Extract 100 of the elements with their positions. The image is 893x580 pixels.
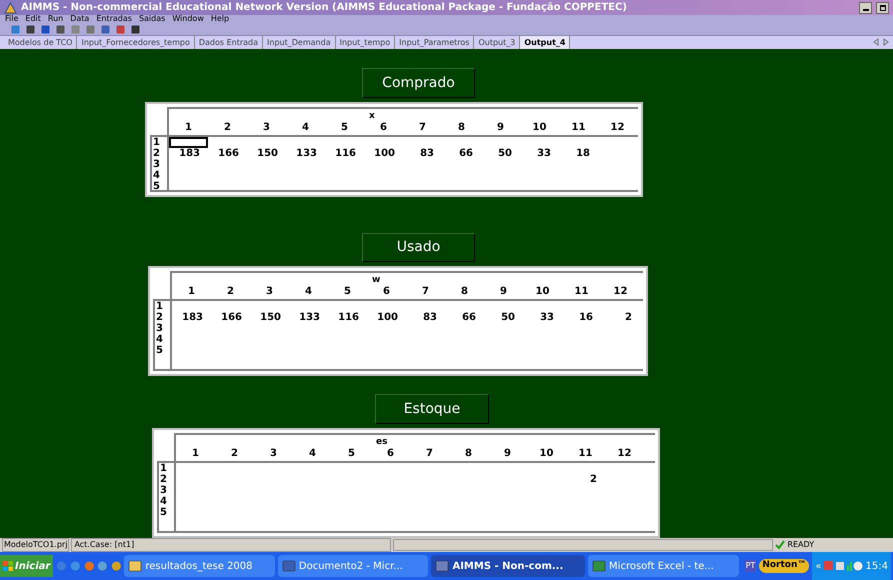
row-header: 2 [152, 148, 161, 159]
row-header: 4 [159, 496, 168, 507]
ready-status: READY [787, 539, 814, 551]
column-header: 4 [308, 447, 317, 461]
column-header: 7 [418, 121, 427, 135]
column-header: 9 [503, 447, 512, 461]
table-cell[interactable]: 150 [247, 148, 286, 159]
table-cell[interactable]: 16 [562, 312, 601, 323]
column-header: 10 [538, 447, 554, 461]
table-cell[interactable]: 133 [286, 148, 325, 159]
norton-button[interactable]: Norton™ [759, 559, 810, 573]
taskbar-button[interactable]: resultados_tese 2008 [124, 555, 275, 577]
table-cell[interactable]: 83 [403, 148, 442, 159]
table-cell[interactable]: 133 [289, 312, 328, 323]
table-cell[interactable]: 166 [211, 312, 250, 323]
case-status: Act.Case: [nt1] [71, 538, 392, 552]
column-header: 6 [382, 285, 391, 299]
tab[interactable]: Input_tempo [336, 36, 396, 49]
tab[interactable]: Input_Fornecedores_tempo [77, 36, 195, 49]
scroll-arrows-icon[interactable] [873, 38, 889, 46]
column-header: 1 [187, 285, 196, 299]
menu-item[interactable]: Entradas [96, 15, 132, 24]
clock: 15:4 [865, 560, 888, 574]
quick-launch-icon[interactable] [70, 559, 81, 573]
column-header: 3 [265, 285, 274, 299]
table-cell[interactable] [169, 137, 208, 148]
row-header: 4 [152, 170, 161, 181]
toolbar-icon[interactable] [55, 24, 66, 35]
column-header: 2 [223, 121, 232, 135]
column-header: 10 [532, 121, 548, 135]
index-label: x [369, 110, 375, 123]
column-header: 6 [386, 447, 395, 461]
app-icon [128, 560, 142, 572]
toolbar-icon[interactable] [25, 24, 36, 35]
column-header: 11 [570, 121, 586, 135]
quick-launch-icon[interactable] [110, 559, 122, 573]
table-cell[interactable]: 50 [484, 312, 523, 323]
menu-item[interactable]: Window [172, 15, 204, 24]
menu-item[interactable]: Saidas [138, 15, 166, 24]
restore-button[interactable] [876, 2, 889, 14]
table-cell[interactable]: 100 [364, 148, 403, 159]
row-header: 4 [155, 334, 164, 345]
quick-launch-icon[interactable] [84, 559, 94, 573]
app-icon [435, 560, 450, 572]
column-header: 7 [421, 285, 430, 299]
column-header: 2 [226, 285, 235, 299]
minimize-button[interactable] [859, 2, 872, 14]
table-cell[interactable]: 66 [445, 312, 484, 323]
quick-launch-icon[interactable] [97, 559, 108, 573]
row-header: 3 [159, 485, 168, 496]
table-cell[interactable]: 116 [325, 148, 364, 159]
tab[interactable]: Output_4 [520, 36, 570, 49]
table-cell[interactable]: 183 [172, 312, 211, 323]
start-button[interactable]: Iniciar [0, 555, 54, 577]
taskbar-button[interactable]: Microsoft Excel - te... [588, 555, 739, 577]
row-header: 5 [155, 345, 164, 356]
table-cell[interactable]: 166 [208, 148, 247, 159]
table-cell[interactable]: 100 [367, 312, 406, 323]
taskbar-button[interactable]: Documento2 - Micr... [278, 555, 428, 577]
table-cell[interactable]: 33 [523, 312, 562, 323]
row-header: 2 [159, 474, 168, 485]
row-header: 5 [159, 507, 168, 518]
table-cell[interactable]: 2 [566, 474, 605, 485]
tab[interactable]: Input_Parametros [395, 36, 474, 49]
table-cell[interactable]: 183 [169, 148, 208, 159]
column-header: 11 [578, 447, 594, 461]
tray-expand-button[interactable]: « [815, 558, 822, 574]
panel-title: Usado [362, 233, 475, 262]
window-title: AIMMS - Non-commercial Educational Network Version (AIMMS Educational Package - Fundação COPPETEC) [21, 1, 628, 14]
column-header: 5 [340, 121, 349, 135]
row-header: 1 [152, 137, 161, 148]
column-header: 5 [347, 447, 356, 461]
column-header: 12 [616, 447, 632, 461]
column-header: 4 [301, 121, 310, 135]
tab[interactable]: Modelos de TCO [4, 36, 78, 49]
table-cell[interactable]: 50 [481, 148, 520, 159]
menu-item[interactable]: Run [48, 15, 64, 24]
tab[interactable]: Input_Demanda [263, 36, 336, 49]
menu-item[interactable]: Edit [25, 15, 41, 24]
table-cell[interactable]: 150 [250, 312, 289, 323]
table-cell[interactable]: 18 [559, 148, 598, 159]
column-header: 8 [464, 447, 473, 461]
checkmark-icon [775, 540, 786, 550]
toolbar-icon[interactable] [130, 24, 141, 35]
column-header: 2 [230, 447, 239, 461]
menu-item[interactable]: Data [70, 15, 90, 24]
table-cell[interactable]: 66 [442, 148, 481, 159]
language-indicator[interactable]: PT [744, 560, 756, 572]
taskbar-button[interactable]: AIMMS - Non-com... [431, 555, 586, 577]
tab[interactable]: Dados Entrada [194, 36, 264, 49]
menu-item[interactable]: Help [210, 15, 230, 24]
toolbar-icon[interactable] [100, 24, 111, 35]
table-cell[interactable]: 2 [601, 312, 640, 323]
windows-logo-icon [3, 561, 13, 571]
column-header: 11 [574, 285, 590, 299]
table-cell[interactable]: 33 [520, 148, 559, 159]
toolbar-icon[interactable] [40, 24, 51, 35]
menu-item[interactable]: File [5, 15, 18, 24]
table-cell[interactable]: 83 [406, 312, 445, 323]
table-cell[interactable]: 116 [328, 312, 367, 323]
